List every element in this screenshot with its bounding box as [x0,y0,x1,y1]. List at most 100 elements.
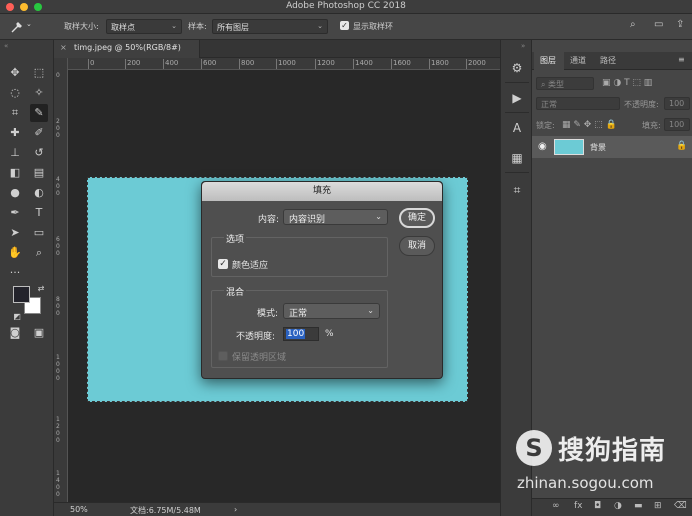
document-tab-bar: × timg.jpeg @ 50%(RGB/8#) [54,40,500,58]
color-adapt-checkbox[interactable]: ✓ [218,259,228,269]
actions-play-icon[interactable]: ▶ [509,90,525,106]
panel-menu-icon[interactable]: ≡ [678,55,685,64]
search-icon[interactable]: ⌕ [630,19,636,30]
blur-tool-icon[interactable]: ● [6,184,24,202]
pen-tool-icon[interactable]: ✒ [6,204,24,222]
status-menu-arrow-icon[interactable]: › [234,505,237,514]
tab-channels[interactable]: 通道 [570,55,586,66]
dock-collapse-icon[interactable]: » [521,42,525,50]
eyedropper-icon [11,22,22,33]
add-mask-icon[interactable]: ◘ [594,501,601,511]
preserve-transparency-label: 保留透明区域 [232,353,287,363]
lasso-tool-icon[interactable]: ◌ [6,84,24,102]
dock-divider [505,82,529,83]
dock-divider [505,112,529,113]
crop-tool-icon[interactable]: ⌗ [6,104,24,122]
marquee-tool-icon[interactable]: ⬚ [30,64,48,82]
app-title: Adobe Photoshop CC 2018 [286,1,406,11]
sample-select[interactable]: 所有图层 ⌄ [212,19,328,34]
opacity-unit: % [325,329,334,339]
vertical-ruler[interactable]: 0 2 0 0 4 0 0 6 0 0 8 0 0 1 0 0 0 1 2 0 … [54,58,68,502]
lock-label: 锁定: [536,121,555,130]
link-layers-icon[interactable]: ∞ [552,501,560,511]
layer-filter-select[interactable]: ⌕ 类型 [536,77,594,90]
eye-icon[interactable]: ◉ [538,141,547,152]
preserve-transparency-checkbox[interactable] [218,351,228,361]
opacity-input[interactable]: 100 [664,97,690,110]
sample-size-select[interactable]: 取样点 ⌄ [106,19,182,34]
screen-mode-icon[interactable]: ▣ [30,324,48,342]
layers-panel-tabs: 图层 通道 路径 ≡ [532,52,692,70]
move-tool-icon[interactable]: ✥ [6,64,24,82]
zoom-level[interactable]: 50% [70,505,88,514]
ruler-tick: 0 [56,72,60,79]
search-icon: ⌕ [541,80,549,89]
watermark-url: zhinan.sogou.com [517,474,654,492]
show-ring-label: 显示取样环 [353,22,393,31]
opacity-label: 不透明度: [236,332,276,342]
filter-value: 类型 [548,80,565,89]
history-brush-tool-icon[interactable]: ↺ [30,144,48,162]
layer-style-icon[interactable]: fx [574,501,583,511]
dialog-title[interactable]: 填充 [202,182,442,201]
healing-brush-tool-icon[interactable]: ✚ [6,124,24,142]
ruler-tick: 1800 [429,59,449,69]
fill-input[interactable]: 100 [664,118,690,131]
foreground-color-swatch[interactable] [13,286,30,303]
zoom-tool-icon[interactable]: ⌕ [30,244,48,262]
new-group-icon[interactable]: ▬ [634,501,643,511]
swap-colors-icon[interactable]: ⇄ [32,280,50,298]
content-value: 内容识别 [289,215,326,225]
path-selection-tool-icon[interactable]: ➤ [6,224,24,242]
cancel-button[interactable]: 取消 [399,236,435,256]
ruler-tick: 400 [162,59,179,69]
chevron-down-icon: ⌄ [367,306,374,315]
plugins-icon[interactable]: ⚙ [509,60,525,76]
mode-select[interactable]: 正常 ⌄ [283,303,380,319]
clone-stamp-tool-icon[interactable]: ⊥ [6,144,24,162]
gradient-tool-icon[interactable]: ▤ [30,164,48,182]
status-bar: 50% 文档:6.75M/5.48M › [54,502,500,516]
panel-collapse-icon[interactable]: « [4,42,8,50]
opacity-value: 100 [669,99,685,108]
eyedropper-tool-icon[interactable]: ✎ [30,104,48,122]
ruler-tick: 1600 [391,59,411,69]
document-tab[interactable]: × timg.jpeg @ 50%(RGB/8#) [54,40,200,58]
blend-mode-select[interactable]: 正常 [536,97,620,110]
brush-tool-icon[interactable]: ✐ [30,124,48,142]
character-panel-icon[interactable]: A [509,120,525,136]
adjustment-layer-icon[interactable]: ◑ [614,501,622,511]
type-tool-icon[interactable]: T [30,204,48,222]
ruler-tick: 2000 [466,59,486,69]
layer-row[interactable]: ◉ 背景 🔒 [532,136,692,158]
properties-icon[interactable]: ▦ [509,150,525,166]
dodge-tool-icon[interactable]: ◐ [30,184,48,202]
quick-mask-icon[interactable]: ◙ [6,324,24,342]
close-tab-icon[interactable]: × [60,43,67,52]
content-select[interactable]: 内容识别 ⌄ [283,209,388,225]
lock-icon: 🔒 [676,141,688,151]
tools-panel: « ✥ ⬚ ◌ ✧ ⌗ ✎ ✚ ✐ ⊥ ↺ ◧ ▤ ● ◐ ✒ T ➤ ▭ ✋ … [0,40,54,516]
sogou-logo: S [516,430,552,466]
eraser-tool-icon[interactable]: ◧ [6,164,24,182]
tab-paths[interactable]: 路径 [600,55,616,66]
ok-button[interactable]: 确定 [399,208,435,228]
magic-wand-tool-icon[interactable]: ✧ [30,84,48,102]
rectangle-tool-icon[interactable]: ▭ [30,224,48,242]
workspace-icon[interactable]: ▭ [654,19,663,30]
show-ring-checkbox[interactable]: ✓ [340,21,349,30]
filter-icons[interactable]: ▣ ◑ T ⬚ ▥ [602,78,652,92]
ruler-tick: 6 0 0 [56,236,60,257]
hand-tool-icon[interactable]: ✋ [6,244,24,262]
delete-layer-icon[interactable]: ⌫ [674,501,687,511]
layer-thumbnail [554,139,584,155]
horizontal-ruler[interactable]: 0 200 400 600 800 1000 1200 1400 1600 18… [68,58,500,70]
opacity-input[interactable]: 100 [283,327,319,341]
more-tools-icon[interactable]: ··· [6,264,24,282]
crop-panel-icon[interactable]: ⌗ [509,182,525,198]
tab-layers[interactable]: 图层 [540,55,556,66]
new-layer-icon[interactable]: ⊞ [654,501,662,511]
tool-preset-picker[interactable]: ⌄ [10,20,36,34]
lock-icons[interactable]: ▦ ✎ ✥ ⬚ 🔒 [562,120,617,134]
share-icon[interactable]: ⇪ [676,19,684,30]
